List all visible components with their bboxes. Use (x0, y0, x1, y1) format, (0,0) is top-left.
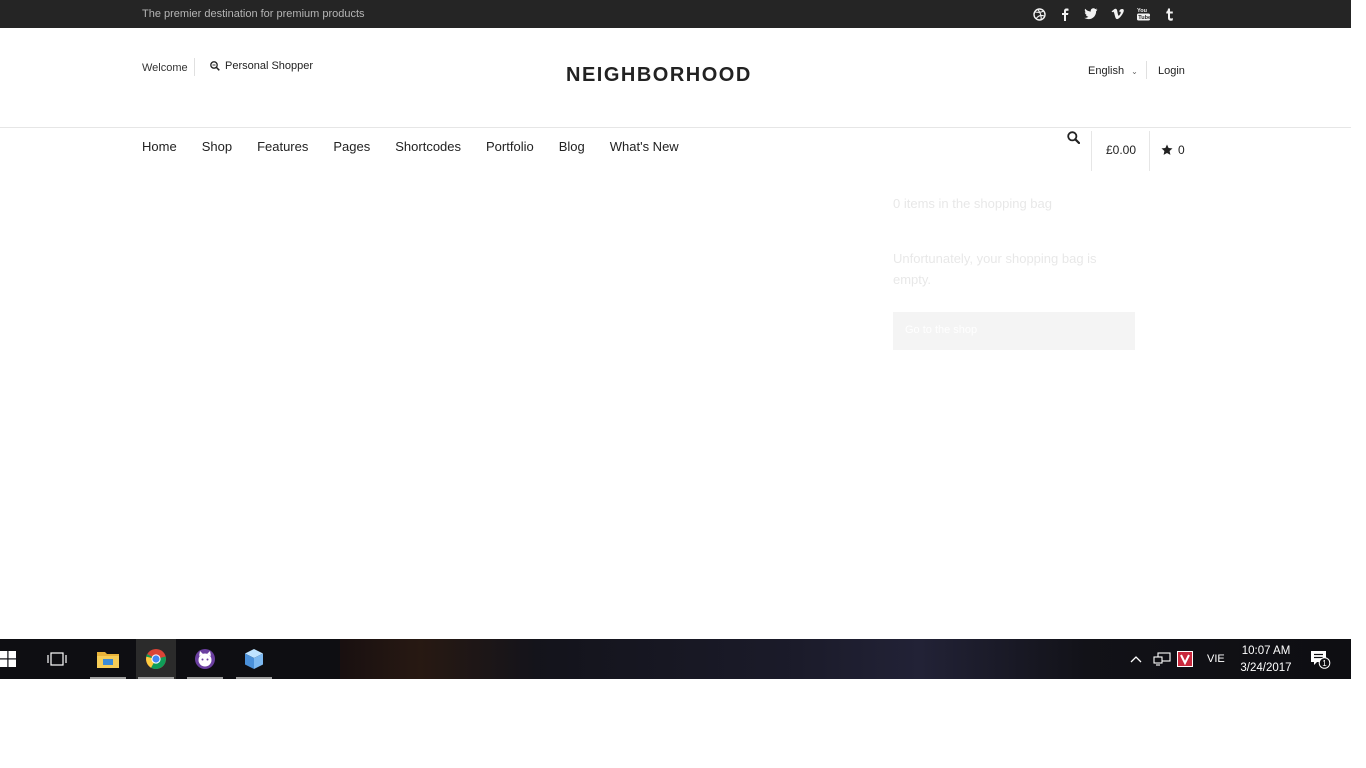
taskbar-app-cat[interactable] (185, 639, 225, 679)
windows-taskbar: VIE 10:07 AM 3/24/2017 1 (0, 639, 1351, 679)
clock-time: 10:07 AM (1241, 645, 1291, 657)
divider (1091, 131, 1092, 171)
personal-shopper-label: Personal Shopper (225, 60, 314, 72)
taskbar-clock[interactable]: 10:07 AM 3/24/2017 (1236, 643, 1296, 677)
personal-shopper-link[interactable]: Personal Shopper (210, 60, 313, 72)
nav-item-home[interactable]: Home (142, 139, 177, 154)
cart-total[interactable]: £0.00 (1106, 143, 1136, 157)
vimeo-icon[interactable] (1109, 6, 1125, 22)
star-icon (1161, 144, 1173, 155)
chevron-down-icon: ⌄ (1131, 66, 1138, 76)
nav-item-features[interactable]: Features (257, 139, 308, 154)
facebook-icon[interactable] (1057, 6, 1073, 22)
divider (1149, 131, 1150, 171)
welcome-text: Welcome (142, 62, 188, 74)
v-app-icon (1177, 651, 1193, 667)
windows-logo-icon (0, 651, 16, 667)
network-tray-icon[interactable] (1153, 639, 1171, 679)
bag-item-count: 0 items in the shopping bag (893, 196, 1052, 211)
taskbar-file-explorer[interactable] (88, 639, 128, 679)
cube-app-icon (245, 649, 263, 669)
show-hidden-icons-button[interactable] (1130, 639, 1142, 679)
task-view-button[interactable] (37, 639, 77, 679)
taskbar-chrome[interactable] (136, 639, 176, 679)
vivaldi-tray-icon[interactable] (1177, 639, 1193, 679)
youtube-icon[interactable]: You Tube (1135, 6, 1151, 22)
divider (194, 58, 195, 76)
nav-item-portfolio[interactable]: Portfolio (486, 139, 534, 154)
notification-count: 1 (1322, 659, 1327, 668)
nav-item-whats-new[interactable]: What's New (610, 139, 679, 154)
clock-date: 3/24/2017 (1240, 662, 1292, 674)
input-language-indicator[interactable]: VIE (1207, 639, 1225, 679)
wishlist-count: 0 (1178, 143, 1185, 157)
task-view-icon (47, 652, 67, 666)
top-bar: The premier destination for premium prod… (0, 0, 1351, 28)
network-icon (1153, 652, 1171, 666)
search-icon[interactable] (1067, 131, 1081, 149)
language-selector[interactable]: English ⌄ (1088, 65, 1138, 77)
svg-text:Tube: Tube (1138, 15, 1150, 21)
shopping-bag-dropdown: 0 items in the shopping bag Unfortunatel… (893, 196, 1138, 350)
chevron-up-icon (1130, 656, 1142, 663)
cat-app-icon (195, 649, 215, 669)
nav-item-shop[interactable]: Shop (202, 139, 232, 154)
site-logo[interactable]: NEIGHBORHOOD (566, 64, 752, 87)
go-to-shop-button[interactable]: Go to the shop (893, 312, 1135, 350)
tumblr-icon[interactable] (1161, 6, 1177, 22)
chrome-icon (146, 649, 166, 669)
dribbble-icon[interactable] (1031, 6, 1047, 22)
site-header: Welcome Personal Shopper NEIGHBORHOOD En… (0, 28, 1351, 128)
language-label: English (1088, 65, 1125, 77)
search-icon (210, 61, 220, 71)
main-nav: Home Shop Features Pages Shortcodes Port… (142, 139, 704, 154)
divider (1146, 61, 1147, 79)
tagline: The premier destination for premium prod… (142, 8, 365, 20)
start-button[interactable] (0, 639, 28, 679)
notification-icon: 1 (1311, 651, 1331, 669)
bag-empty-message: Unfortunately, your shopping bag is empt… (893, 251, 1097, 287)
nav-item-shortcodes[interactable]: Shortcodes (395, 139, 461, 154)
folder-icon (97, 652, 119, 668)
nav-item-pages[interactable]: Pages (333, 139, 370, 154)
wishlist-link[interactable]: 0 (1161, 143, 1185, 157)
svg-text:You: You (1137, 8, 1147, 14)
login-link[interactable]: Login (1158, 65, 1185, 77)
nav-item-blog[interactable]: Blog (559, 139, 585, 154)
taskbar-app-box[interactable] (234, 639, 274, 679)
blank-area (0, 679, 1366, 768)
action-center-button[interactable]: 1 (1309, 639, 1335, 679)
twitter-icon[interactable] (1083, 6, 1099, 22)
social-links: You Tube (1031, 6, 1177, 22)
